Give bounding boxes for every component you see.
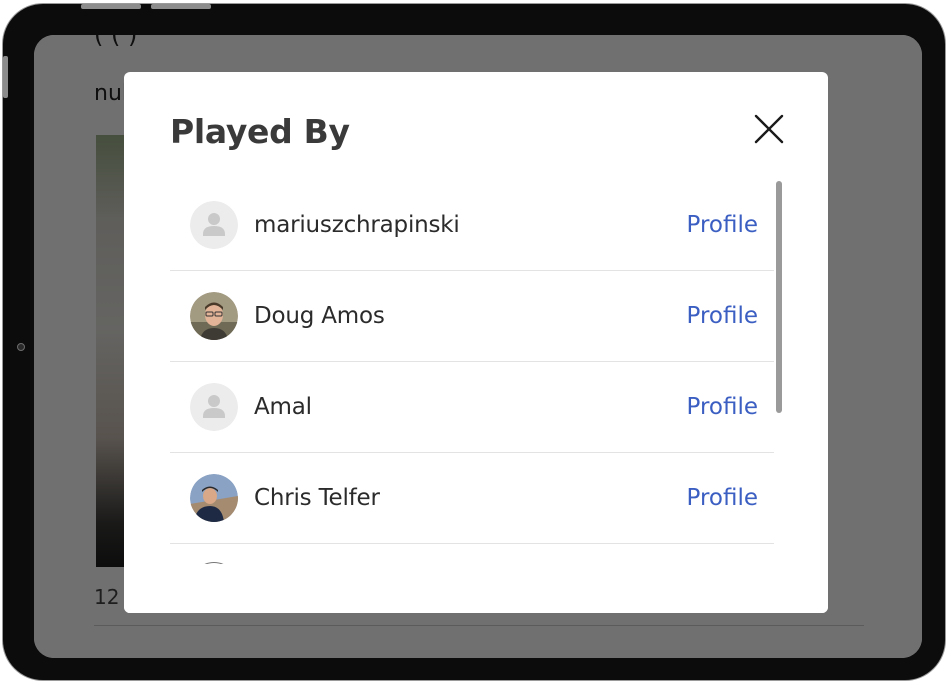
profile-link[interactable]: Profile: [686, 485, 758, 511]
list-item: Doug Amos Profile: [170, 271, 774, 362]
player-name: Doug Amos: [254, 303, 385, 329]
close-icon: [754, 114, 784, 144]
avatar-photo: [190, 474, 238, 522]
player-name: mariuszchrapinski: [254, 212, 460, 238]
modal-footer-space: [124, 564, 828, 613]
default-user-icon: [190, 383, 238, 431]
avatar: [190, 292, 238, 340]
profile-link[interactable]: Profile: [686, 394, 758, 420]
default-user-icon: [190, 201, 238, 249]
player-name: Chris Telfer: [254, 485, 380, 511]
avatar: [190, 474, 238, 522]
list-item: Chris Telfer Profile: [170, 453, 774, 544]
profile-link[interactable]: Profile: [686, 303, 758, 329]
scrollbar[interactable]: [776, 181, 782, 413]
volume-button: [151, 4, 211, 9]
close-button[interactable]: [752, 112, 786, 146]
player-list[interactable]: mariuszchrapinski Profile Doug Amos Prof…: [170, 180, 774, 564]
profile-link[interactable]: Profile: [686, 212, 758, 238]
side-button: [3, 56, 8, 98]
list-item: Amal Profile: [170, 362, 774, 453]
avatar: [190, 201, 238, 249]
avatar-photo: [190, 292, 238, 340]
volume-button: [81, 4, 141, 9]
camera: [17, 343, 25, 351]
modal-title: Played By: [170, 112, 350, 151]
played-by-modal: Played By mariuszchrapinski Profile Doug…: [124, 72, 828, 613]
avatar: [190, 383, 238, 431]
list-item: mariuszchrapinski Profile: [170, 180, 774, 271]
player-name: Amal: [254, 394, 312, 420]
